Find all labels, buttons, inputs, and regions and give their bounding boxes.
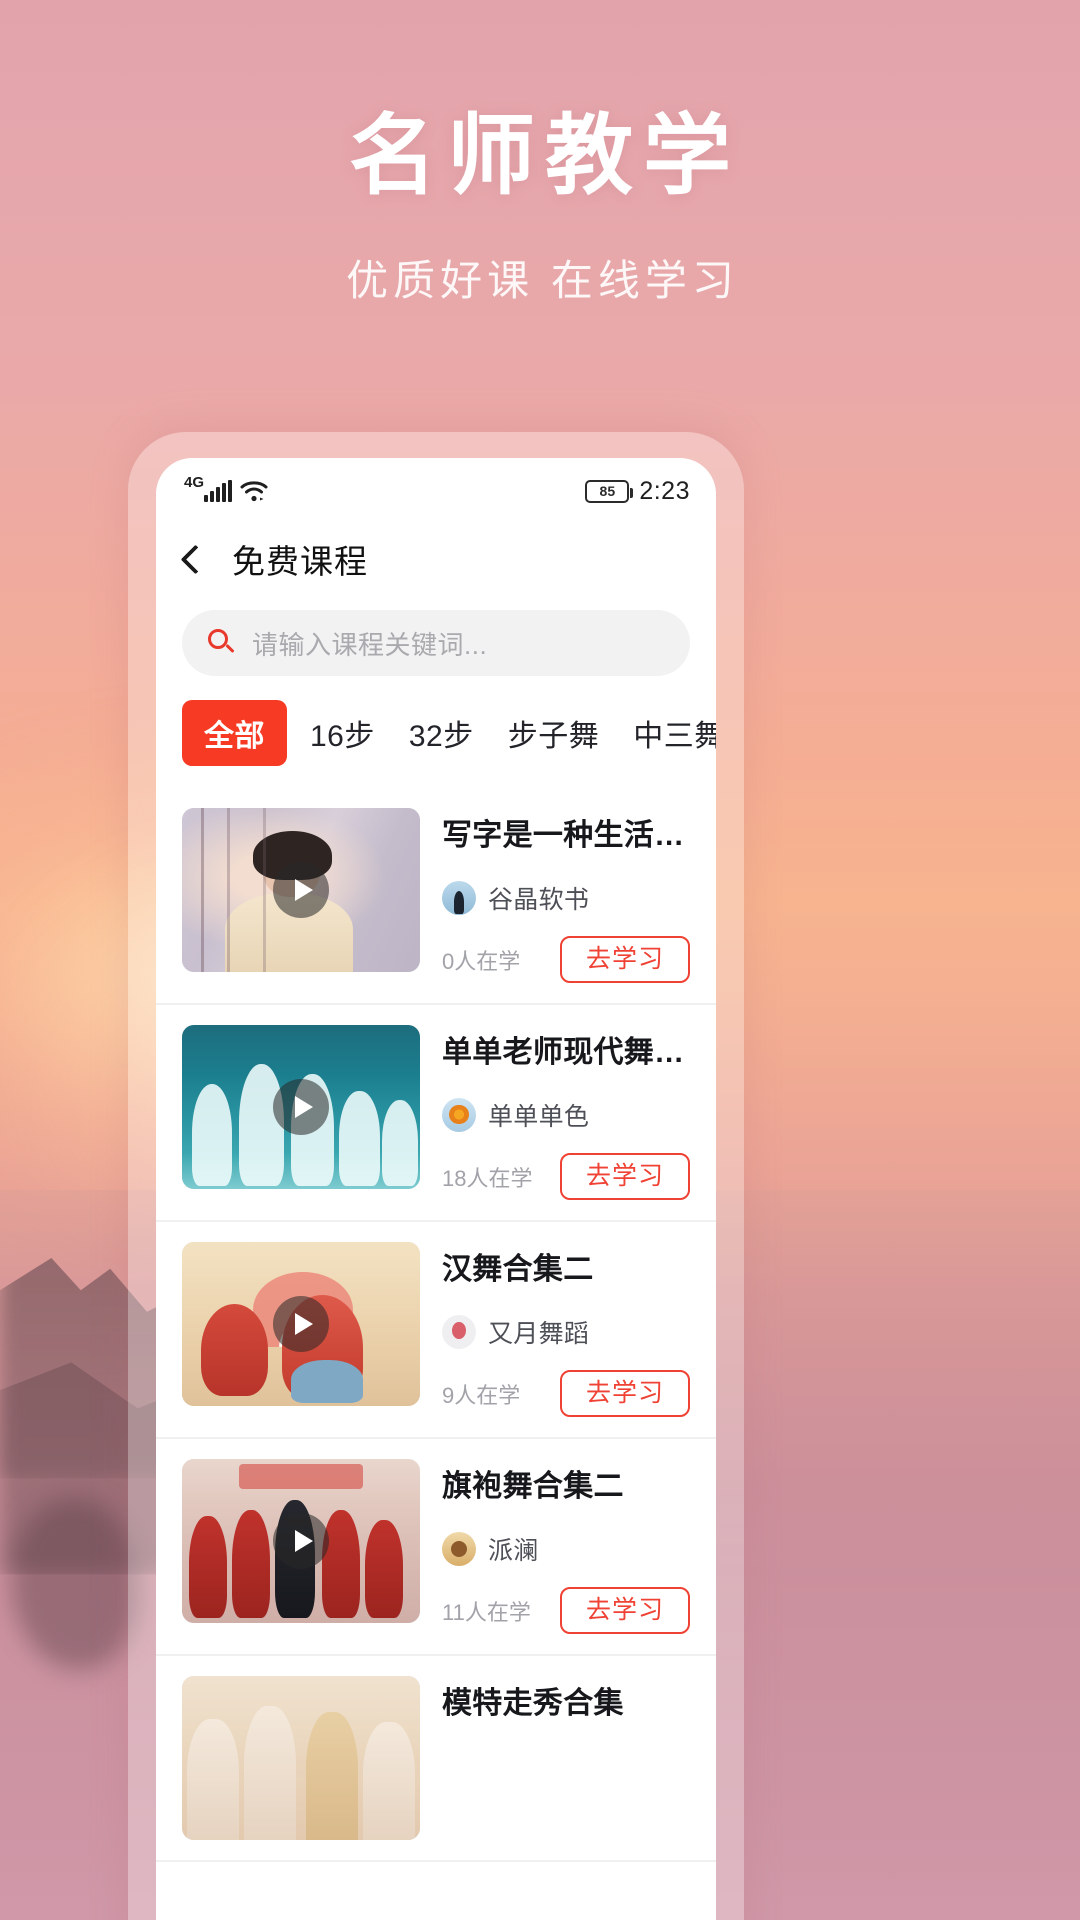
course-thumbnail[interactable] <box>182 1025 420 1189</box>
battery-icon: 85 <box>585 480 629 503</box>
course-info: 单单老师现代舞蹈合... 单单单色 18人在学 去学习 <box>442 1025 690 1200</box>
course-footer: 0人在学 去学习 <box>442 936 690 983</box>
page-subtitle: 优质好课 在线学习 <box>341 247 739 308</box>
status-bar-left: 4G <box>182 480 268 502</box>
network-type-label: 4G <box>184 475 204 490</box>
author-name: 单单单色 <box>488 1097 589 1133</box>
hero-banner: 名师教学 优质好课 在线学习 <box>0 0 1080 440</box>
battery-level-label: 85 <box>600 484 616 498</box>
go-study-button[interactable]: 去学习 <box>560 1370 690 1417</box>
play-icon[interactable] <box>273 1296 329 1352</box>
tab-all[interactable]: 全部 <box>182 700 287 766</box>
author-name: 又月舞蹈 <box>488 1314 589 1350</box>
course-list-item[interactable]: 旗袍舞合集二 派澜 11人在学 去学习 <box>156 1439 716 1656</box>
learner-count: 9人在学 <box>442 1378 520 1410</box>
course-list: 写字是一种生活 书法... 谷晶软书 0人在学 去学习 <box>156 788 716 1862</box>
learner-count: 11人在学 <box>442 1595 531 1627</box>
go-study-button[interactable]: 去学习 <box>560 1153 690 1200</box>
course-thumbnail[interactable] <box>182 808 420 972</box>
course-thumbnail[interactable] <box>182 1676 420 1840</box>
course-author[interactable]: 单单单色 <box>442 1097 690 1133</box>
go-study-button[interactable]: 去学习 <box>560 936 690 983</box>
course-footer: 18人在学 去学习 <box>442 1153 690 1200</box>
clock-label: 2:23 <box>639 477 690 506</box>
learner-count: 18人在学 <box>442 1161 532 1193</box>
course-title: 单单老师现代舞蹈合... <box>442 1027 690 1071</box>
tab-buziwu[interactable]: 步子舞 <box>491 711 617 755</box>
tab-zhongsanwu[interactable]: 中三舞 <box>616 711 716 755</box>
category-tab-bar[interactable]: 全部 16步 32步 步子舞 中三舞 健身 更多 <box>156 676 716 788</box>
tab-16bu[interactable]: 16步 <box>293 711 392 755</box>
course-title: 汉舞合集二 <box>442 1244 690 1288</box>
course-title: 写字是一种生活 书法... <box>442 810 690 854</box>
course-list-item[interactable]: 写字是一种生活 书法... 谷晶软书 0人在学 去学习 <box>156 788 716 1005</box>
course-info: 汉舞合集二 又月舞蹈 9人在学 去学习 <box>442 1242 690 1417</box>
phone-mockup: 4G 85 2:23 <box>128 432 744 1920</box>
learner-count: 0人在学 <box>442 944 520 976</box>
course-author[interactable]: 又月舞蹈 <box>442 1314 690 1350</box>
play-icon[interactable] <box>273 1513 329 1569</box>
status-bar-right: 85 2:23 <box>585 477 690 506</box>
search-section: 请输入课程关键词... <box>156 598 716 676</box>
course-list-item[interactable]: 汉舞合集二 又月舞蹈 9人在学 去学习 <box>156 1222 716 1439</box>
course-author[interactable]: 谷晶软书 <box>442 880 690 916</box>
chevron-left-icon[interactable] <box>182 539 208 579</box>
play-icon[interactable] <box>273 1079 329 1135</box>
avatar <box>442 1532 476 1566</box>
avatar <box>442 1315 476 1349</box>
signal-bars-icon <box>204 480 232 502</box>
course-info: 旗袍舞合集二 派澜 11人在学 去学习 <box>442 1459 690 1634</box>
author-name: 派澜 <box>488 1531 539 1567</box>
search-input[interactable]: 请输入课程关键词... <box>182 610 690 676</box>
go-study-button[interactable]: 去学习 <box>560 1587 690 1634</box>
course-info: 写字是一种生活 书法... 谷晶软书 0人在学 去学习 <box>442 808 690 983</box>
course-title: 旗袍舞合集二 <box>442 1461 690 1505</box>
course-list-item[interactable]: 单单老师现代舞蹈合... 单单单色 18人在学 去学习 <box>156 1005 716 1222</box>
page-title: 名师教学 <box>339 108 741 205</box>
course-title: 模特走秀合集 <box>442 1678 690 1722</box>
search-icon <box>208 629 236 657</box>
wifi-icon <box>240 480 268 502</box>
play-icon[interactable] <box>273 862 329 918</box>
course-list-item[interactable]: 模特走秀合集 <box>156 1656 716 1862</box>
course-thumbnail[interactable] <box>182 1459 420 1623</box>
nav-bar: 免费课程 <box>156 520 716 598</box>
status-bar: 4G 85 2:23 <box>156 458 716 520</box>
avatar <box>442 1098 476 1132</box>
course-thumbnail[interactable] <box>182 1242 420 1406</box>
course-author[interactable]: 派澜 <box>442 1531 690 1567</box>
course-footer: 11人在学 去学习 <box>442 1587 690 1634</box>
nav-title: 免费课程 <box>232 535 368 583</box>
search-placeholder: 请输入课程关键词... <box>252 625 487 662</box>
tab-32bu[interactable]: 32步 <box>392 711 491 755</box>
avatar <box>442 881 476 915</box>
course-info: 模特走秀合集 <box>442 1676 690 1840</box>
author-name: 谷晶软书 <box>488 880 589 916</box>
phone-screen: 4G 85 2:23 <box>156 458 716 1920</box>
course-footer: 9人在学 去学习 <box>442 1370 690 1417</box>
thumbnail-image <box>182 1676 420 1840</box>
